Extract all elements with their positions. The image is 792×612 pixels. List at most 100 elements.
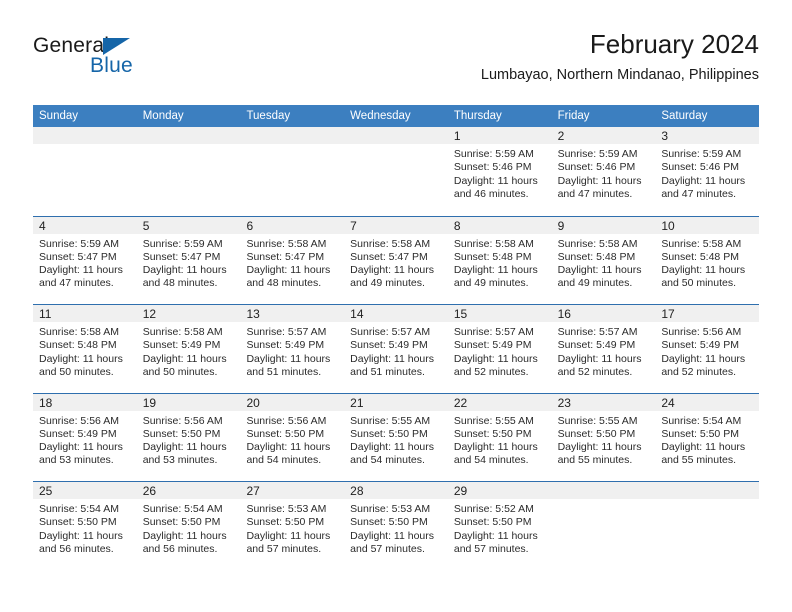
- calendar-day-cell[interactable]: 17 Sunrise: 5:56 AM Sunset: 5:49 PM Dayligh…: [655, 305, 760, 393]
- daylight-duration-line1: Daylight: 11 hours: [557, 174, 642, 187]
- calendar-day-cell[interactable]: 3 Sunrise: 5:59 AM Sunset: 5:46 PM Daylight…: [655, 127, 760, 216]
- daylight-duration-line2: and 54 minutes.: [453, 454, 529, 467]
- triangle-icon: [103, 38, 130, 55]
- calendar-cell-empty: [551, 482, 656, 570]
- calendar-day-cell[interactable]: 19 Sunrise: 5:56 AM Sunset: 5:50 PM Dayligh…: [136, 393, 241, 482]
- day-number-band: [33, 127, 137, 144]
- day-number: 23: [557, 395, 571, 410]
- sunrise-time: Sunrise: 5:52 AM: [453, 503, 534, 515]
- sunrise-time: Sunrise: 5:59 AM: [661, 148, 742, 160]
- day-details: [33, 144, 137, 148]
- day-details: Sunrise: 5:53 AM Sunset: 5:50 PM Daylight:…: [344, 499, 448, 557]
- general-blue-logo[interactable]: General Blue: [33, 34, 213, 90]
- calendar-day-cell[interactable]: 8 Sunrise: 5:58 AM Sunset: 5:48 PM Daylight…: [447, 216, 552, 305]
- day-number: 25: [39, 484, 53, 498]
- calendar-day-cell[interactable]: 13 Sunrise: 5:57 AM Sunset: 5:49 PM Dayligh…: [240, 305, 345, 393]
- day-number-band: 9: [551, 216, 656, 234]
- calendar-day-cell[interactable]: 22 Sunrise: 5:55 AM Sunset: 5:50 PM Dayligh…: [447, 393, 552, 482]
- day-number-band: [344, 127, 448, 144]
- day-number-band: 22: [447, 393, 552, 411]
- day-number-band: 7: [344, 216, 448, 234]
- day-number-band: 26: [136, 482, 241, 499]
- sunset-time: Sunset: 5:50 PM: [142, 427, 221, 440]
- sunset-time: Sunset: 5:50 PM: [142, 516, 221, 529]
- calendar-grid: Sunday Monday Tuesday Wednesday Thursday Frid…: [33, 105, 760, 570]
- calendar-page: General Blue February 2024 Lumbayao, Nor…: [0, 0, 792, 612]
- calendar-day-cell[interactable]: 29 Sunrise: 5:52 AM Sunset: 5:50 PM Dayligh…: [447, 482, 552, 570]
- daylight-duration-line2: and 51 minutes.: [246, 365, 322, 378]
- calendar-day-cell[interactable]: 18 Sunrise: 5:56 AM Sunset: 5:49 PM Dayligh…: [33, 393, 137, 482]
- day-details: Sunrise: 5:53 AM Sunset: 5:50 PM Daylight:…: [240, 499, 345, 557]
- daylight-duration-line2: and 50 minutes.: [142, 365, 218, 378]
- day-details: Sunrise: 5:56 AM Sunset: 5:49 PM Daylight:…: [33, 410, 137, 468]
- daylight-duration-line2: and 52 minutes.: [453, 365, 529, 378]
- day-details: Sunrise: 5:59 AM Sunset: 5:47 PM Daylight:…: [33, 233, 137, 291]
- calendar-day-cell[interactable]: 7 Sunrise: 5:58 AM Sunset: 5:47 PM Daylight…: [344, 216, 448, 305]
- calendar-week-row: 4 Sunrise: 5:59 AM Sunset: 5:47 PM Daylight…: [33, 215, 760, 305]
- calendar-day-cell[interactable]: 23 Sunrise: 5:55 AM Sunset: 5:50 PM Dayligh…: [551, 393, 656, 482]
- calendar-day-cell[interactable]: 4 Sunrise: 5:59 AM Sunset: 5:47 PM Daylight…: [33, 216, 137, 305]
- calendar-day-cell[interactable]: 10 Sunrise: 5:58 AM Sunset: 5:48 PM Dayligh…: [655, 216, 760, 305]
- daylight-duration-line1: Daylight: 11 hours: [246, 441, 331, 454]
- calendar-day-cell[interactable]: 11 Sunrise: 5:58 AM Sunset: 5:48 PM Dayligh…: [33, 305, 137, 393]
- sunset-time: Sunset: 5:48 PM: [557, 250, 636, 263]
- day-number: 19: [142, 395, 157, 410]
- daylight-duration-line1: Daylight: 11 hours: [350, 441, 435, 454]
- calendar-day-cell[interactable]: 6 Sunrise: 5:58 AM Sunset: 5:47 PM Daylight…: [240, 216, 345, 305]
- calendar-day-cell[interactable]: 26 Sunrise: 5:54 AM Sunset: 5:50 PM Dayligh…: [136, 482, 241, 570]
- day-number-band: 24: [655, 393, 760, 411]
- sunrise-time: Sunrise: 5:53 AM: [350, 503, 431, 515]
- day-number: 21: [350, 395, 364, 410]
- day-number: 1: [453, 129, 461, 143]
- page-header: General Blue February 2024 Lumbayao, Nor…: [33, 28, 759, 98]
- sunset-time: Sunset: 5:47 PM: [350, 250, 428, 263]
- day-number: 24: [661, 395, 675, 410]
- calendar-day-cell[interactable]: 27 Sunrise: 5:53 AM Sunset: 5:50 PM Dayligh…: [240, 482, 345, 570]
- day-number-band: 1: [447, 127, 552, 144]
- day-details: Sunrise: 5:59 AM Sunset: 5:47 PM Daylight:…: [136, 233, 241, 291]
- calendar-day-cell[interactable]: 9 Sunrise: 5:58 AM Sunset: 5:48 PM Daylight…: [551, 216, 656, 305]
- daylight-duration-line1: Daylight: 11 hours: [142, 264, 227, 277]
- day-number-band: 5: [136, 216, 241, 234]
- calendar-day-cell[interactable]: 2 Sunrise: 5:59 AM Sunset: 5:46 PM Daylight…: [551, 127, 656, 216]
- sunset-time: Sunset: 5:49 PM: [246, 339, 325, 352]
- calendar-day-cell[interactable]: 5 Sunrise: 5:59 AM Sunset: 5:47 PM Daylight…: [136, 216, 241, 305]
- weekday-header-wednesday: Wednesday: [350, 110, 411, 122]
- sunrise-time: Sunrise: 5:59 AM: [142, 237, 223, 250]
- calendar-day-cell[interactable]: 12 Sunrise: 5:58 AM Sunset: 5:49 PM Dayligh…: [136, 305, 241, 393]
- calendar-cell-empty: [344, 127, 448, 216]
- day-details: Sunrise: 5:58 AM Sunset: 5:48 PM Daylight:…: [655, 233, 760, 291]
- day-number-band: [240, 127, 345, 144]
- day-details: Sunrise: 5:54 AM Sunset: 5:50 PM Daylight:…: [655, 410, 760, 468]
- sunset-time: Sunset: 5:50 PM: [246, 427, 325, 440]
- calendar-day-cell[interactable]: 21 Sunrise: 5:55 AM Sunset: 5:50 PM Dayligh…: [344, 393, 448, 482]
- calendar-day-cell[interactable]: 24 Sunrise: 5:54 AM Sunset: 5:50 PM Dayligh…: [655, 393, 760, 482]
- day-details: [240, 144, 345, 148]
- daylight-duration-line1: Daylight: 11 hours: [661, 264, 746, 277]
- sunrise-time: Sunrise: 5:56 AM: [142, 414, 223, 427]
- daylight-duration-line2: and 49 minutes.: [350, 277, 425, 290]
- weekday-header-thursday: Thursday: [453, 110, 502, 122]
- sunset-time: Sunset: 5:49 PM: [453, 339, 532, 352]
- daylight-duration-line1: Daylight: 11 hours: [453, 174, 538, 187]
- page-title: February 2024: [589, 29, 759, 59]
- calendar-day-cell[interactable]: 15 Sunrise: 5:57 AM Sunset: 5:49 PM Dayligh…: [447, 305, 552, 393]
- day-number: 14: [350, 307, 364, 321]
- sunrise-time: Sunrise: 5:53 AM: [246, 503, 327, 515]
- daylight-duration-line2: and 46 minutes.: [453, 187, 529, 200]
- calendar-day-cell[interactable]: 28 Sunrise: 5:53 AM Sunset: 5:50 PM Dayligh…: [344, 482, 448, 570]
- daylight-duration-line1: Daylight: 11 hours: [246, 529, 331, 542]
- calendar-day-cell[interactable]: 1 Sunrise: 5:59 AM Sunset: 5:46 PM Daylight…: [447, 127, 552, 216]
- sunrise-time: Sunrise: 5:58 AM: [661, 237, 742, 250]
- calendar-day-cell[interactable]: 16 Sunrise: 5:57 AM Sunset: 5:49 PM Dayligh…: [551, 305, 656, 393]
- weekday-header-sunday: Sunday: [39, 110, 79, 122]
- day-number-band: 19: [136, 393, 241, 411]
- day-number: 17: [661, 307, 675, 321]
- daylight-duration-line1: Daylight: 11 hours: [246, 264, 331, 277]
- sunrise-time: Sunrise: 5:57 AM: [453, 326, 534, 338]
- daylight-duration-line2: and 52 minutes.: [661, 365, 737, 378]
- calendar-day-cell[interactable]: 14 Sunrise: 5:57 AM Sunset: 5:49 PM Dayligh…: [344, 305, 448, 393]
- calendar-day-cell[interactable]: 20 Sunrise: 5:56 AM Sunset: 5:50 PM Dayligh…: [240, 393, 345, 482]
- daylight-duration-line2: and 57 minutes.: [350, 542, 425, 555]
- calendar-day-cell[interactable]: 25 Sunrise: 5:54 AM Sunset: 5:50 PM Dayligh…: [33, 482, 137, 570]
